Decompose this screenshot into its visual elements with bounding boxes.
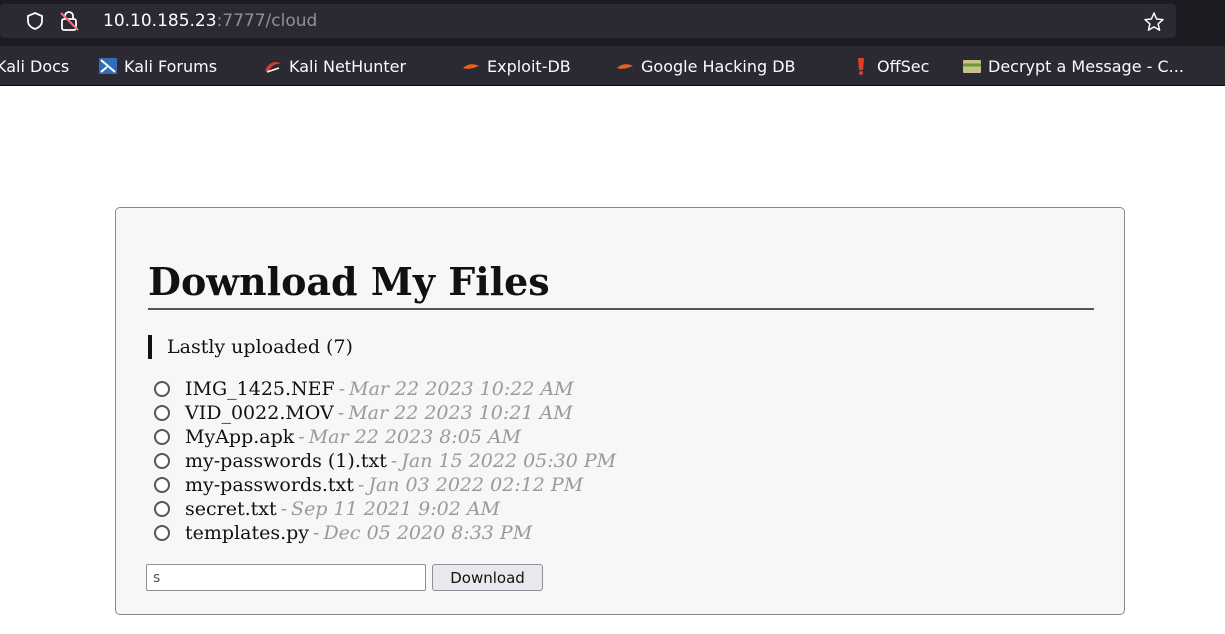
radio-button[interactable] bbox=[154, 381, 170, 397]
bookmark-kali-docs[interactable]: Kali Docs bbox=[0, 46, 70, 85]
bookmark-label: Kali NetHunter bbox=[289, 56, 407, 76]
radio-button[interactable] bbox=[154, 501, 170, 517]
file-name: IMG_1425.NEF bbox=[185, 378, 335, 400]
bookmark-label: Kali Docs bbox=[0, 56, 70, 76]
filename-input[interactable] bbox=[146, 564, 426, 591]
exploit-db-icon bbox=[463, 64, 479, 69]
separator: - bbox=[338, 378, 346, 400]
separator: - bbox=[280, 498, 288, 520]
address-bar[interactable]: 10.10.185.23:7777/cloud bbox=[0, 4, 1176, 38]
bookmark-offsec[interactable]: OffSec bbox=[851, 46, 930, 85]
bookmark-google-hacking-db[interactable]: Google Hacking DB bbox=[615, 46, 796, 85]
file-name: my-passwords.txt bbox=[185, 474, 354, 496]
separator: - bbox=[313, 522, 320, 544]
download-card: Download My Files Lastly uploaded (7) IM… bbox=[115, 207, 1125, 615]
file-name: MyApp.apk bbox=[185, 426, 295, 448]
kali-forums-icon bbox=[99, 58, 117, 74]
list-item[interactable]: MyApp.apk - Mar 22 2023 8:05 AM bbox=[154, 425, 616, 449]
list-item[interactable]: my-passwords (1).txt - Jan 15 2022 05:30… bbox=[154, 449, 616, 473]
page-title: Download My Files bbox=[148, 258, 1094, 310]
radio-button[interactable] bbox=[154, 525, 170, 541]
list-item[interactable]: IMG_1425.NEF - Mar 22 2023 10:22 AM bbox=[154, 377, 616, 401]
bookmark-label: Kali Forums bbox=[124, 56, 218, 76]
list-item[interactable]: templates.py - Dec 05 2020 8:33 PM bbox=[154, 521, 616, 545]
lock-insecure-icon[interactable] bbox=[58, 10, 80, 32]
file-list: IMG_1425.NEF - Mar 22 2023 10:22 AM VID_… bbox=[154, 377, 616, 545]
list-item[interactable]: my-passwords.txt - Jan 03 2022 02:12 PM bbox=[154, 473, 616, 497]
list-item[interactable]: VID_0022.MOV - Mar 22 2023 10:21 AM bbox=[154, 401, 616, 425]
bookmark-exploit-db[interactable]: Exploit-DB bbox=[461, 46, 571, 85]
file-name: VID_0022.MOV bbox=[185, 402, 334, 424]
separator: - bbox=[357, 474, 365, 496]
section-subheading: Lastly uploaded (7) bbox=[148, 335, 353, 359]
file-name: templates.py bbox=[185, 522, 310, 544]
separator: - bbox=[390, 450, 398, 472]
list-item[interactable]: secret.txt - Sep 11 2021 9:02 AM bbox=[154, 497, 616, 521]
bookmark-label: OffSec bbox=[877, 56, 930, 76]
browser-toolbar: 10.10.185.23:7777/cloud bbox=[0, 0, 1225, 46]
bookmark-label: Google Hacking DB bbox=[641, 56, 796, 76]
url-host: 10.10.185.23 bbox=[103, 11, 217, 31]
google-hacking-db-icon bbox=[617, 64, 633, 69]
bookmark-decrypt-message[interactable]: Decrypt a Message - C... bbox=[962, 46, 1184, 85]
radio-button[interactable] bbox=[154, 429, 170, 445]
file-date: Mar 22 2023 8:05 AM bbox=[308, 426, 522, 448]
file-name: my-passwords (1).txt bbox=[185, 450, 387, 472]
separator: - bbox=[337, 402, 345, 424]
url-text[interactable]: 10.10.185.23:7777/cloud bbox=[103, 11, 317, 31]
separator: - bbox=[298, 426, 305, 448]
download-button[interactable]: Download bbox=[432, 564, 543, 591]
bookmark-star-icon[interactable] bbox=[1143, 11, 1165, 33]
shield-icon[interactable] bbox=[26, 12, 44, 30]
url-path: :7777/cloud bbox=[216, 11, 318, 31]
kali-nethunter-icon bbox=[265, 62, 281, 73]
bookmark-kali-nethunter[interactable]: Kali NetHunter bbox=[263, 46, 407, 85]
bookmark-label: Exploit-DB bbox=[487, 56, 571, 76]
file-date: Dec 05 2020 8:33 PM bbox=[323, 522, 533, 544]
decrypt-message-icon bbox=[963, 60, 981, 73]
file-date: Jan 15 2022 05:30 PM bbox=[401, 450, 617, 472]
bookmark-kali-forums[interactable]: Kali Forums bbox=[98, 46, 218, 85]
file-date: Sep 11 2021 9:02 AM bbox=[291, 498, 501, 520]
file-date: Jan 03 2022 02:12 PM bbox=[368, 474, 584, 496]
bookmarks-toolbar: Kali Docs Kali Forums Kali NetHunter Exp… bbox=[0, 46, 1225, 86]
radio-button[interactable] bbox=[154, 453, 170, 469]
file-date: Mar 22 2023 10:21 AM bbox=[348, 402, 573, 424]
radio-button[interactable] bbox=[154, 477, 170, 493]
file-name: secret.txt bbox=[185, 498, 277, 520]
radio-button[interactable] bbox=[154, 405, 170, 421]
bookmark-label: Decrypt a Message - C... bbox=[988, 56, 1184, 76]
offsec-icon bbox=[858, 58, 864, 75]
file-date: Mar 22 2023 10:22 AM bbox=[349, 378, 574, 400]
